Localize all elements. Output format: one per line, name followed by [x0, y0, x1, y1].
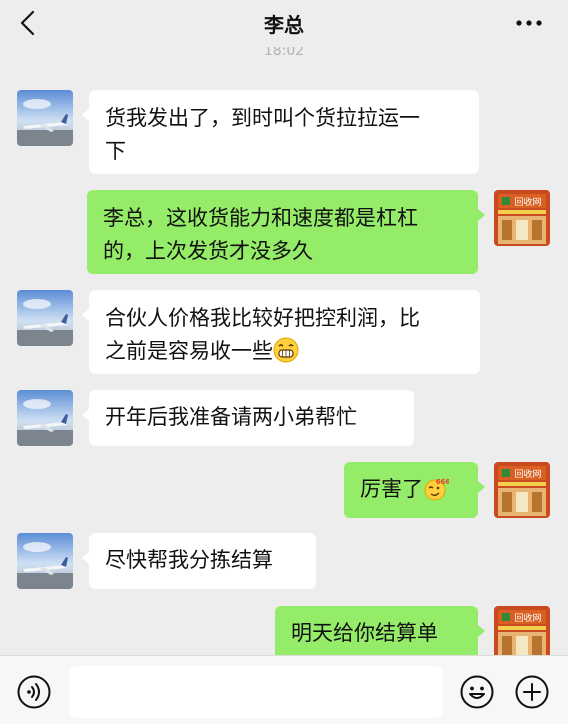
666-emoji-icon: 666: [424, 478, 449, 501]
message-text-line: 李总，这收货能力和速度都是杠杠: [103, 206, 418, 230]
message-text-line: 的，上次发货才没多久: [103, 239, 313, 263]
airplane-photo-avatar-icon: [17, 533, 73, 589]
recycle-shop-avatar-icon: 回收网: [494, 462, 550, 518]
shop-sign-text: 回收网: [514, 612, 541, 624]
message-bubble-outgoing[interactable]: 厉害了 666: [344, 462, 485, 518]
shop-sign-text: 回收网: [514, 468, 541, 480]
my-avatar[interactable]: 回收网: [494, 606, 550, 662]
contact-avatar[interactable]: [17, 90, 73, 146]
chat-header: 李总: [0, 0, 568, 46]
message-bubble-outgoing[interactable]: 李总，这收货能力和速度都是杠杠 的，上次发货才没多久: [87, 190, 485, 274]
message-text-line: 货我发出了，到时叫个货拉拉运一: [105, 106, 420, 130]
message-text: 厉害了: [360, 477, 423, 501]
message-text: 尽快帮我分拣结算: [105, 548, 273, 572]
contact-avatar[interactable]: [17, 533, 73, 589]
message-bubble-incoming[interactable]: 开年后我准备请两小弟帮忙: [82, 390, 414, 446]
message-bubble-incoming[interactable]: 合伙人价格我比较好把控利润，比 之前是容易收一些: [82, 290, 480, 374]
smile-icon[interactable]: [460, 675, 494, 709]
message-timestamp: 18:02: [263, 47, 305, 59]
message-text: 开年后我准备请两小弟帮忙: [105, 405, 357, 429]
my-avatar[interactable]: 回收网: [494, 462, 550, 518]
shop-sign-text: 回收网: [514, 196, 541, 208]
airplane-photo-avatar-icon: [17, 390, 73, 446]
message-text-line-with-emoji: 之前是容易收一些: [105, 335, 464, 368]
grinning-emoji-icon: [273, 337, 299, 363]
message-bubble-incoming[interactable]: 尽快帮我分拣结算: [82, 533, 316, 589]
voice-icon[interactable]: [17, 675, 51, 709]
airplane-photo-avatar-icon: [17, 90, 73, 146]
chat-title: 李总: [264, 13, 304, 37]
message-text-line: 下: [105, 139, 126, 163]
contact-avatar[interactable]: [17, 390, 73, 446]
airplane-photo-avatar-icon: [17, 290, 73, 346]
message-text-line: 合伙人价格我比较好把控利润，比: [105, 306, 420, 330]
message-bubble-incoming[interactable]: 货我发出了，到时叫个货拉拉运一 下: [82, 90, 479, 174]
recycle-shop-avatar-icon: 回收网: [494, 606, 550, 662]
contact-avatar[interactable]: [17, 290, 73, 346]
more-dots-icon[interactable]: [514, 12, 544, 34]
my-avatar[interactable]: 回收网: [494, 190, 550, 246]
message-text-line: 之前是容易收一些: [105, 339, 273, 363]
svg-text:666: 666: [436, 478, 449, 486]
recycle-shop-avatar-icon: 回收网: [494, 190, 550, 246]
message-text: 明天给你结算单: [291, 621, 438, 645]
message-input[interactable]: [69, 666, 443, 718]
message-bubble-outgoing[interactable]: 明天给你结算单: [275, 606, 485, 662]
plus-icon[interactable]: [515, 675, 549, 709]
input-bar: [0, 655, 568, 724]
